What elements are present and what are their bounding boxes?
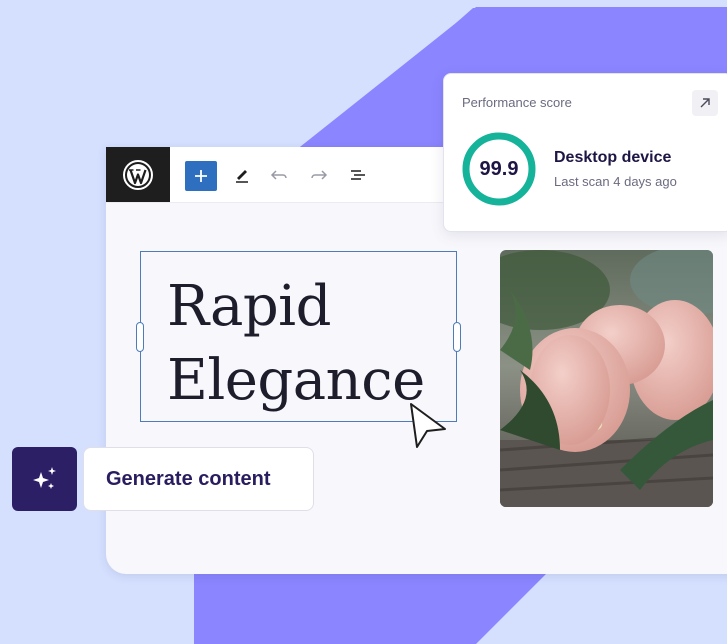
list-view-button[interactable]: [346, 163, 370, 187]
heading-line-1: Rapid: [167, 274, 331, 339]
sparkles-icon: [32, 467, 56, 489]
heading-text[interactable]: Rapid Elegance: [167, 270, 425, 418]
performance-card: Performance score 99.9 Desktop device La…: [443, 73, 727, 232]
redo-icon: [311, 170, 328, 180]
ai-sparkle-button[interactable]: [12, 447, 77, 511]
expand-button[interactable]: [692, 90, 718, 116]
device-title: Desktop device: [554, 149, 672, 166]
pointer-cursor-icon: [410, 403, 446, 448]
plus-icon: [195, 170, 207, 182]
heading-line-2: Elegance: [167, 348, 425, 413]
undo-icon: [270, 170, 287, 180]
last-scan-text: Last scan 4 days ago: [554, 174, 677, 189]
score-value: 99.9: [479, 157, 519, 180]
add-block-button[interactable]: [185, 161, 217, 191]
generate-content-button[interactable]: Generate content: [83, 447, 314, 511]
heading-block[interactable]: Rapid Elegance: [136, 251, 461, 422]
edit-tool-button[interactable]: [230, 163, 254, 187]
wordpress-icon[interactable]: [106, 147, 170, 202]
resize-handle-right[interactable]: [453, 322, 461, 352]
undo-button[interactable]: [267, 163, 291, 187]
list-view-icon: [351, 170, 365, 180]
resize-handle-left[interactable]: [136, 322, 144, 352]
arrow-up-right-icon: [700, 98, 710, 108]
macarons-photo[interactable]: [500, 250, 713, 507]
redo-button[interactable]: [307, 163, 331, 187]
performance-label: Performance score: [462, 95, 572, 110]
pen-icon: [236, 170, 248, 183]
